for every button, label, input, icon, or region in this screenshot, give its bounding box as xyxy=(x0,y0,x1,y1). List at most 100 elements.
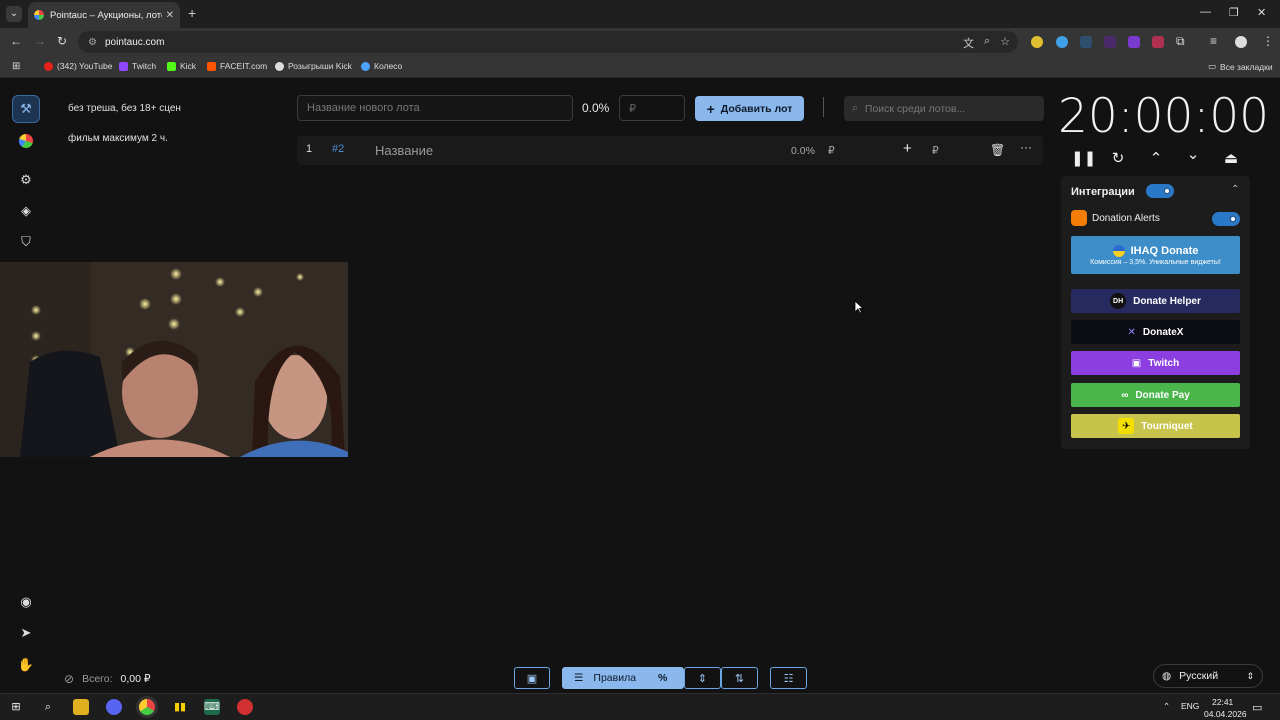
new-tab-button[interactable]: + xyxy=(188,5,196,21)
extension-icon[interactable] xyxy=(1080,36,1092,48)
discord-icon[interactable] xyxy=(106,699,122,715)
menu-icon[interactable]: ⋮ xyxy=(1262,34,1274,48)
split-button[interactable]: ⇕ xyxy=(684,667,721,689)
donation-alerts-toggle[interactable] xyxy=(1212,212,1240,226)
pie-chart-icon xyxy=(19,134,33,148)
twitch-integration-button[interactable]: ▣ Twitch xyxy=(1071,351,1240,375)
ihaq-subtitle: Комиссия – 3,5%. Уникальные виджеты! xyxy=(1090,258,1221,266)
lot-percent: 0.0% xyxy=(791,145,815,157)
address-bar[interactable]: ⚙ pointauc.com 文 ⌕ ☆ xyxy=(78,31,1018,53)
terminal-icon[interactable]: ⌨ xyxy=(204,699,220,715)
bookmark-faceit[interactable]: FACEIT.com xyxy=(207,61,267,71)
all-bookmarks[interactable]: ▭ Все закладки xyxy=(1208,61,1273,72)
reload-icon[interactable]: ↻ xyxy=(57,34,67,48)
translate-icon[interactable]: 文 xyxy=(963,35,974,51)
extension-icon[interactable] xyxy=(1031,36,1043,48)
sidebar-wheel-button[interactable] xyxy=(12,127,40,155)
site-info-icon[interactable]: ⚙ xyxy=(88,37,97,48)
app-icon[interactable]: ▮▮ xyxy=(172,699,188,715)
sidebar-settings-button[interactable]: ⚙ xyxy=(12,166,40,194)
app-icon[interactable] xyxy=(237,699,253,715)
clear-all-button[interactable]: ☷ xyxy=(770,667,807,689)
extension-icon[interactable] xyxy=(1128,36,1140,48)
chrome-icon[interactable] xyxy=(139,699,155,715)
more-icon[interactable]: ··· xyxy=(1020,140,1032,154)
lot-add-amount[interactable]: ₽ xyxy=(932,145,939,157)
eye-off-icon[interactable]: ⊘ xyxy=(64,672,74,686)
tab-search-button[interactable]: ⌄ xyxy=(6,6,22,22)
donate-hand-icon[interactable]: ✋ xyxy=(12,651,40,679)
lot-amount[interactable]: ₽ xyxy=(828,145,835,157)
search-icon: ⌕ xyxy=(852,102,858,114)
faceit-icon xyxy=(207,61,216,71)
sort-button[interactable]: ⇅ xyxy=(721,667,758,689)
plus-icon: + xyxy=(706,100,715,117)
forward-icon[interactable]: → xyxy=(34,34,46,48)
minimize-icon[interactable]: — xyxy=(1200,6,1211,18)
lot-name[interactable]: Название xyxy=(375,143,433,158)
collapse-chevron-icon[interactable]: ⌃ xyxy=(1231,184,1239,195)
chevron-down-icon[interactable]: ⌄ xyxy=(1183,145,1203,163)
integrations-toggle[interactable] xyxy=(1146,184,1174,198)
add-lot-button[interactable]: + Добавить лот xyxy=(695,96,804,121)
sidebar-auction-button[interactable]: ⚒ xyxy=(12,95,40,123)
restore-icon[interactable]: ❐ xyxy=(1229,6,1239,19)
bookmark-kick-giveaways[interactable]: Розыгрыши Kick xyxy=(275,61,352,71)
save-button[interactable]: ▣ xyxy=(514,667,550,689)
lot-id[interactable]: #2 xyxy=(332,143,344,155)
bookmark-twitch[interactable]: Twitch xyxy=(119,61,156,71)
tourniquet-button[interactable]: ✈ Tourniquet xyxy=(1071,414,1240,438)
clock-time[interactable]: 22:41 xyxy=(1212,697,1233,707)
language-select[interactable]: ◍ Русский ⇕ xyxy=(1153,664,1263,688)
notifications-icon[interactable]: ▭ xyxy=(1252,701,1262,714)
close-window-icon[interactable]: ✕ xyxy=(1257,6,1266,19)
file-explorer-icon[interactable] xyxy=(73,699,89,715)
webcam-scene xyxy=(0,262,348,457)
lot-index: 1 xyxy=(306,143,313,155)
ihaq-donate-button[interactable]: IHAQ Donate Комиссия – 3,5%. Уникальные … xyxy=(1071,236,1240,274)
bookmark-youtube[interactable]: (342) YouTube xyxy=(44,61,112,71)
extension-icon[interactable] xyxy=(1152,36,1164,48)
sidebar-shield-button[interactable]: ⛉ xyxy=(12,228,40,256)
plus-icon[interactable]: + xyxy=(903,140,912,157)
extensions-puzzle-icon[interactable]: ⧉ xyxy=(1176,34,1185,49)
search-icon[interactable]: ⌕ xyxy=(40,699,56,715)
sidebar-layers-button[interactable]: ◈ xyxy=(12,197,40,225)
rules-button[interactable]: ☰ Правила % xyxy=(562,667,684,689)
language-label: Русский xyxy=(1179,670,1219,682)
github-icon[interactable]: ◉ xyxy=(12,588,40,616)
donate-pay-button[interactable]: ∞ Donate Pay xyxy=(1071,383,1240,407)
back-icon[interactable]: ← xyxy=(10,34,22,48)
bookmark-star-icon[interactable]: ☆ xyxy=(1000,35,1010,51)
donate-helper-button[interactable]: DH Donate Helper xyxy=(1071,289,1240,313)
pause-icon[interactable]: ❚❚ xyxy=(1071,149,1096,167)
percent-icon[interactable]: % xyxy=(658,672,667,684)
reset-icon[interactable]: ↻ xyxy=(1108,149,1128,167)
ihaq-icon xyxy=(1112,244,1125,257)
extension-icon[interactable] xyxy=(1104,36,1116,48)
new-lot-name-input[interactable]: Название нового лота xyxy=(297,95,573,121)
input-language[interactable]: ENG xyxy=(1181,701,1199,711)
windows-start-icon[interactable]: ⊞ xyxy=(8,699,24,715)
donatex-button[interactable]: ✕ DonateX xyxy=(1071,320,1240,344)
new-lot-amount-input[interactable]: ₽ xyxy=(619,95,685,121)
apps-grid-icon[interactable]: ⊞ xyxy=(12,61,20,72)
close-tab-icon[interactable]: ✕ xyxy=(166,10,174,21)
chevron-up-icon[interactable]: ⌃ xyxy=(1146,149,1166,167)
trash-icon[interactable]: 🗑 xyxy=(990,143,1005,157)
profile-avatar-icon[interactable] xyxy=(1235,36,1247,48)
double-chevron-up-icon[interactable]: ⏏ xyxy=(1221,149,1241,167)
donate-pay-icon: ∞ xyxy=(1121,389,1129,401)
lot-row: 1 #2 Название 0.0% ₽ + ₽ 🗑 ··· xyxy=(297,136,1043,165)
tray-chevron-icon[interactable]: ⌃ xyxy=(1163,701,1170,712)
bookmark-label: Розыгрыши Kick xyxy=(288,61,352,71)
zoom-icon[interactable]: ⌕ xyxy=(984,35,990,51)
telegram-icon[interactable]: ➤ xyxy=(12,619,40,647)
clock-date[interactable]: 04.04.2026 xyxy=(1204,709,1247,719)
bookmark-wheel[interactable]: Колесо xyxy=(361,61,402,71)
browser-tab[interactable]: Pointauc – Аукционы, лотереи ✕ xyxy=(28,2,180,28)
lot-search-input[interactable]: ⌕ Поиск среди лотов... xyxy=(844,96,1044,121)
reading-list-icon[interactable]: ≡ xyxy=(1210,34,1217,48)
extension-icon[interactable] xyxy=(1056,36,1068,48)
bookmark-kick[interactable]: Kick xyxy=(167,61,196,71)
